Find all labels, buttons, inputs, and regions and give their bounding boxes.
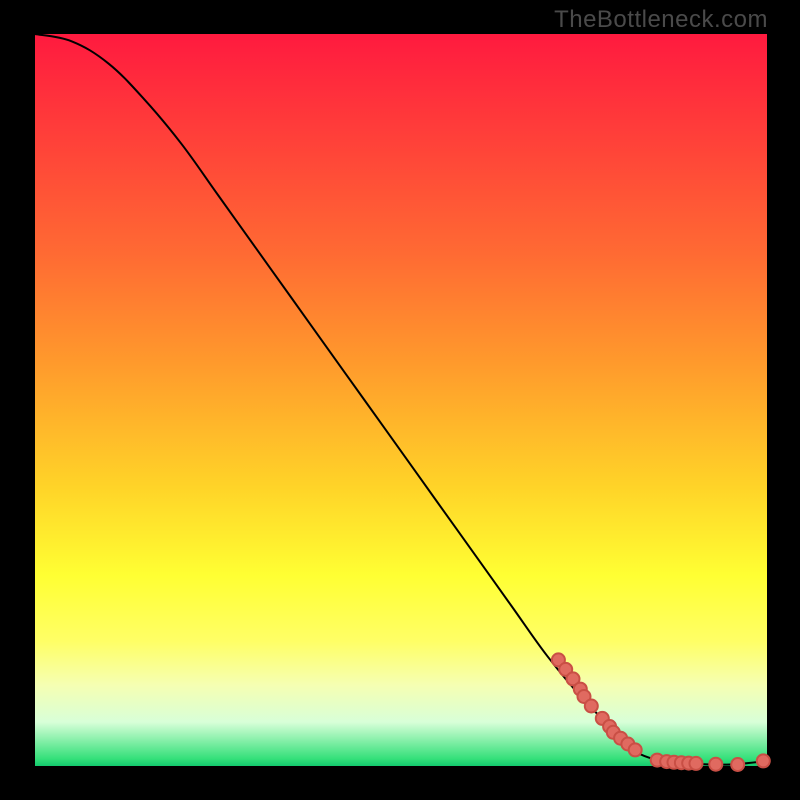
marker-dot: [709, 758, 722, 771]
marker-dot: [757, 754, 770, 767]
marker-dot: [731, 758, 744, 771]
marker-dot: [629, 743, 642, 756]
watermark-text: TheBottleneck.com: [554, 6, 768, 34]
bottleneck-curve: [35, 34, 767, 765]
marker-dot: [585, 700, 598, 713]
marker-dot: [690, 757, 703, 770]
chart-frame: TheBottleneck.com: [0, 0, 800, 800]
marker-dots: [552, 653, 770, 771]
chart-overlay: [35, 34, 767, 766]
